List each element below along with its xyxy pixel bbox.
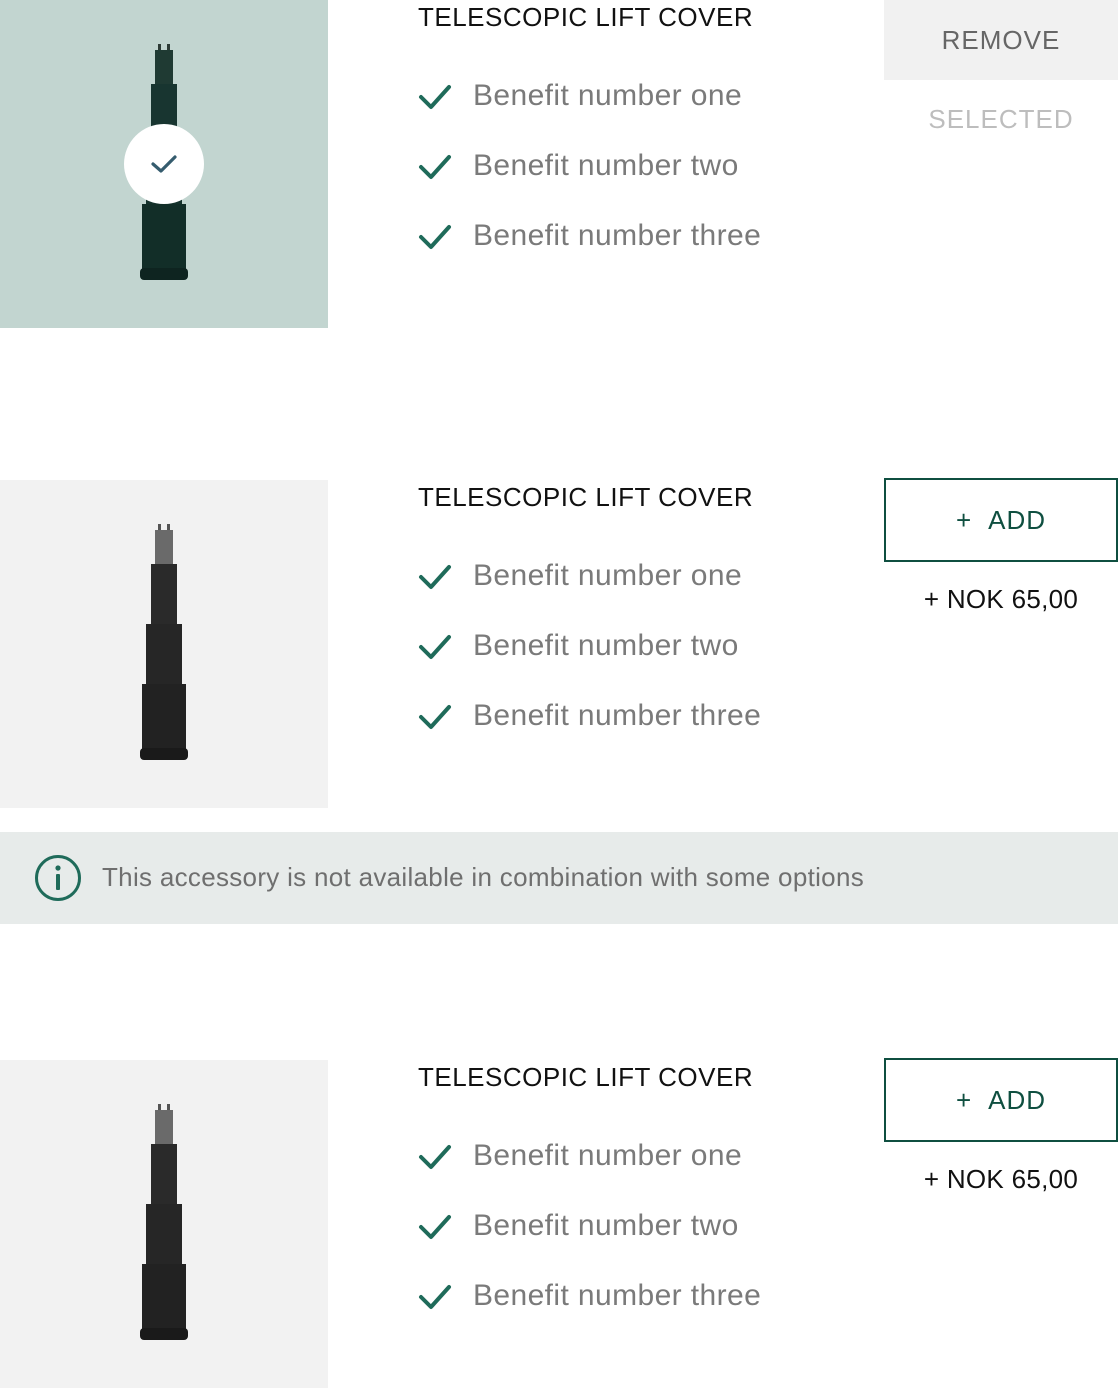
price-label: + NOK 65,00 [923,1164,1079,1194]
add-button[interactable]: + ADD [884,1058,1118,1142]
accessory-card: TELESCOPIC LIFT COVER Benefit number one… [0,1058,1118,1388]
benefit-text: Benefit number one [473,559,743,592]
price-label: + NOK 65,00 [923,584,1079,614]
benefit-item: Benefit number three [418,681,761,751]
checkmark-icon [151,155,177,173]
product-title: TELESCOPIC LIFT COVER [418,482,754,512]
check-icon [419,1215,451,1239]
check-icon [419,155,451,179]
benefit-text: Benefit number two [473,1209,739,1242]
plus-icon: + [955,1084,973,1115]
check-icon [419,565,451,589]
add-button-label: ADD [988,1084,1047,1115]
benefit-list: Benefit number one Benefit number two Be… [418,1121,761,1331]
product-title: TELESCOPIC LIFT COVER [418,2,754,32]
check-icon [419,225,451,249]
benefit-item: Benefit number two [418,611,761,681]
check-icon [419,1285,451,1309]
check-icon [419,85,451,109]
benefit-text: Benefit number one [473,1139,743,1172]
benefit-item: Benefit number two [418,131,761,201]
add-button[interactable]: + ADD [884,478,1118,562]
check-icon [419,705,451,729]
benefit-text: Benefit number three [473,1279,762,1312]
benefit-item: Benefit number three [418,1261,761,1331]
lift-cover-image [140,1104,188,1340]
remove-button-label: REMOVE [941,24,1061,55]
benefit-text: Benefit number three [473,699,762,732]
benefit-text: Benefit number three [473,219,762,252]
benefit-text: Benefit number one [473,79,743,112]
benefit-item: Benefit number two [418,1191,761,1261]
benefit-list: Benefit number one Benefit number two Be… [418,541,761,751]
lift-cover-image [140,524,188,760]
check-icon [419,1145,451,1169]
check-icon [419,635,451,659]
selected-badge [124,124,204,204]
benefit-item: Benefit number one [418,541,761,611]
selected-status: SELECTED [928,104,1074,134]
remove-button[interactable]: REMOVE [884,0,1118,80]
benefit-text: Benefit number two [473,629,739,662]
product-image[interactable] [0,0,328,328]
accessory-card: TELESCOPIC LIFT COVER Benefit number one… [0,478,1118,808]
benefit-text: Benefit number two [473,149,739,182]
benefit-item: Benefit number one [418,61,761,131]
product-title: TELESCOPIC LIFT COVER [418,1062,754,1092]
product-image[interactable] [0,480,328,808]
info-icon [35,855,81,901]
plus-icon: + [955,504,973,535]
accessory-card: TELESCOPIC LIFT COVER Benefit number one… [0,0,1118,328]
benefit-list: Benefit number one Benefit number two Be… [418,61,761,271]
benefit-item: Benefit number three [418,201,761,271]
add-button-label: ADD [988,504,1047,535]
benefit-item: Benefit number one [418,1121,761,1191]
product-image[interactable] [0,1060,328,1388]
info-banner-text: This accessory is not available in combi… [102,862,865,892]
info-banner: This accessory is not available in combi… [0,832,1118,924]
